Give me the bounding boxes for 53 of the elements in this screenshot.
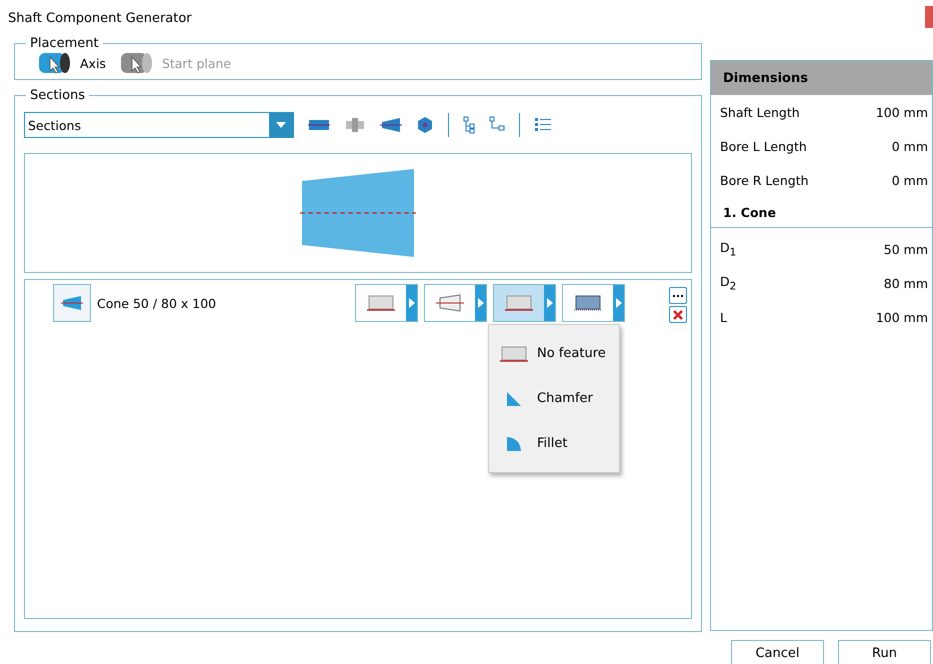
close-icon bbox=[672, 308, 684, 320]
dimension-value: 80 mm bbox=[884, 276, 928, 290]
cylinder-icon bbox=[120, 51, 154, 75]
feature-button[interactable] bbox=[355, 284, 418, 322]
dimension-value: 50 mm bbox=[884, 242, 928, 256]
cylinder-section-icon[interactable] bbox=[308, 118, 330, 132]
dimension-value: 0 mm bbox=[892, 172, 928, 188]
hatched-surface-icon bbox=[573, 294, 603, 312]
sleeve-section-icon[interactable] bbox=[344, 118, 366, 132]
plain-edge-icon bbox=[366, 294, 396, 312]
ellipsis-icon bbox=[673, 294, 683, 298]
sections-dropdown[interactable]: Sections bbox=[24, 112, 294, 138]
plain-edge-icon bbox=[499, 344, 529, 362]
panel-header: Dimensions bbox=[711, 61, 932, 95]
delete-button[interactable] bbox=[669, 306, 687, 323]
cone-section-icon[interactable] bbox=[380, 117, 402, 133]
dimension-value: 0 mm bbox=[892, 138, 928, 154]
more-button[interactable] bbox=[669, 287, 687, 304]
dimension-label: D$_{1}$ bbox=[720, 240, 736, 258]
cylinder-icon bbox=[38, 51, 72, 75]
dimension-value: 100 mm bbox=[876, 310, 928, 324]
plain-edge-icon bbox=[504, 294, 534, 312]
list-icon[interactable] bbox=[534, 117, 552, 133]
arrow-icon bbox=[546, 298, 552, 308]
arrow-icon bbox=[616, 298, 622, 308]
arrow-icon bbox=[478, 298, 484, 308]
menu-item[interactable]: No feature bbox=[489, 331, 619, 376]
dimension-label: Bore R Length bbox=[720, 172, 809, 188]
group-label: Sections bbox=[29, 88, 86, 103]
cone-outline-icon bbox=[435, 294, 465, 312]
chamfer-icon bbox=[506, 390, 522, 406]
fillet-icon bbox=[506, 436, 522, 452]
caret-icon bbox=[275, 121, 287, 129]
section-heading: 1. Cone bbox=[711, 197, 932, 228]
dimension-label: Bore L Length bbox=[720, 138, 807, 154]
section-label: Cone 50 / 80 x 100 bbox=[97, 296, 218, 310]
group-label: Placement bbox=[29, 36, 100, 51]
menu-item[interactable]: Chamfer bbox=[489, 376, 619, 421]
polygon-section-icon[interactable] bbox=[416, 116, 434, 134]
dialog-button[interactable]: Cancel bbox=[731, 640, 824, 664]
tree-icon[interactable] bbox=[463, 116, 475, 134]
feature-button[interactable] bbox=[562, 284, 625, 322]
dimension-label: L bbox=[720, 310, 727, 324]
arrow-icon bbox=[408, 298, 414, 308]
dimension-label: Shaft Length bbox=[720, 104, 800, 120]
feature-button[interactable] bbox=[424, 284, 487, 322]
placement-option[interactable]: Axis bbox=[38, 51, 106, 75]
dimension-value: 100 mm bbox=[876, 104, 928, 120]
cone-icon bbox=[53, 284, 91, 322]
dimension-label: D$_{2}$ bbox=[720, 274, 736, 292]
window-title: Shaft Component Generator bbox=[8, 10, 192, 26]
dialog-button[interactable]: Run bbox=[838, 640, 931, 664]
menu-item[interactable]: Fillet bbox=[489, 421, 619, 466]
